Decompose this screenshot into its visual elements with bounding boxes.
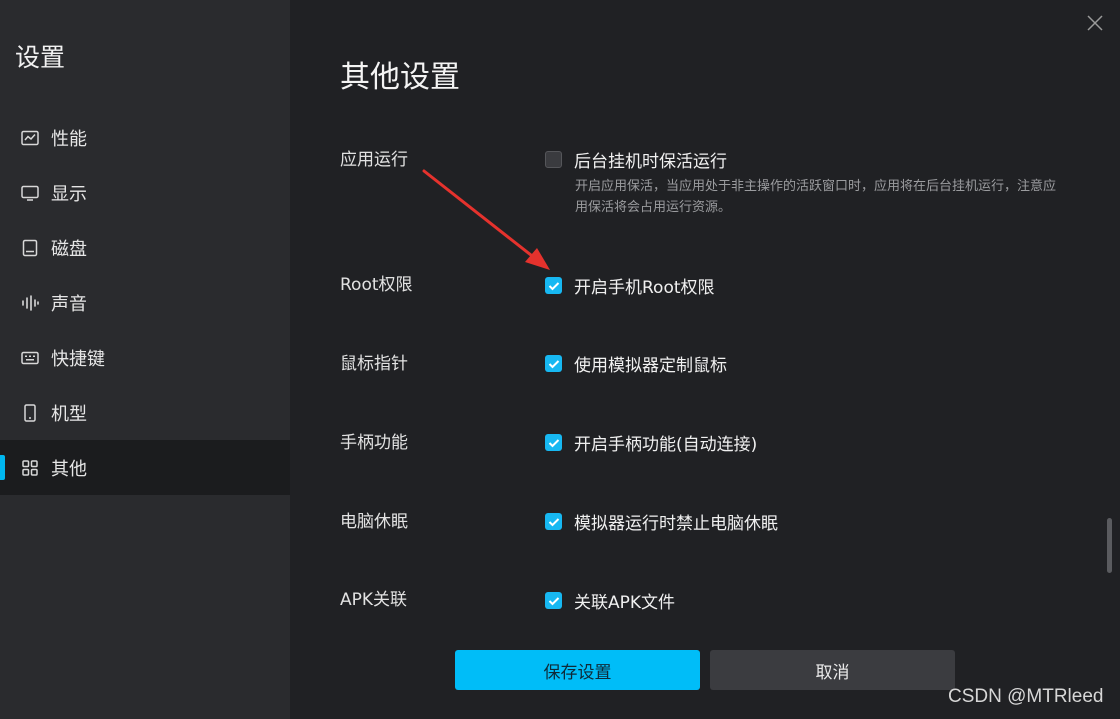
checkmark-icon <box>548 517 559 526</box>
sidebar-item-label: 显示 <box>51 183 87 205</box>
sidebar-item-label: 性能 <box>51 128 87 150</box>
sidebar-item-disk[interactable]: 磁盘 <box>0 220 290 275</box>
cancel-button[interactable]: 取消 <box>710 650 955 690</box>
sidebar-item-other[interactable]: 其他 <box>0 440 290 495</box>
sound-wave-icon <box>20 293 40 313</box>
page-title: 其他设置 <box>340 60 460 95</box>
keep-alive-description: 开启应用保活，当应用处于非主操作的活跃窗口时，应用将在后台挂机运行，注意应用保活… <box>575 179 1057 215</box>
close-icon <box>1087 15 1103 35</box>
sidebar-item-display[interactable]: 显示 <box>0 165 290 220</box>
sidebar: 设置 性能 显示 磁盘 声音 快捷键 机型 其他 <box>0 0 290 719</box>
option-label: 使用模拟器定制鼠标 <box>574 356 727 376</box>
checkmark-icon <box>548 596 559 605</box>
option-label: 模拟器运行时禁止电脑休眠 <box>574 514 778 534</box>
section-label-gamepad: 手柄功能 <box>340 433 408 453</box>
keep-alive-checkbox[interactable] <box>545 151 562 168</box>
apk-association-checkbox[interactable] <box>545 592 562 609</box>
prevent-sleep-checkbox[interactable] <box>545 513 562 530</box>
sidebar-item-shortcuts[interactable]: 快捷键 <box>0 330 290 385</box>
section-label-pc-sleep: 电脑休眠 <box>340 512 408 532</box>
option-label: 开启手柄功能(自动连接) <box>574 435 758 455</box>
disk-icon <box>20 238 40 258</box>
sidebar-item-label: 磁盘 <box>51 238 87 260</box>
save-button[interactable]: 保存设置 <box>455 650 700 690</box>
sidebar-item-label: 快捷键 <box>51 348 105 370</box>
gamepad-option[interactable]: 开启手柄功能(自动连接) <box>545 430 757 455</box>
sidebar-item-label: 声音 <box>51 293 87 315</box>
chart-icon <box>20 128 40 148</box>
monitor-icon <box>20 183 40 203</box>
watermark: CSDN @MTRleed <box>948 686 1104 707</box>
custom-mouse-checkbox[interactable] <box>545 355 562 372</box>
root-checkbox[interactable] <box>545 277 562 294</box>
custom-mouse-option[interactable]: 使用模拟器定制鼠标 <box>545 351 727 376</box>
keyboard-icon <box>20 348 40 368</box>
checkmark-icon <box>548 359 559 368</box>
scrollbar-thumb[interactable] <box>1107 518 1112 573</box>
sidebar-title: 设置 <box>15 43 66 72</box>
section-label-root: Root权限 <box>340 275 413 295</box>
option-label: 开启手机Root权限 <box>574 278 715 298</box>
section-label-apk: APK关联 <box>340 590 408 610</box>
keep-alive-option[interactable]: 后台挂机时保活运行 <box>545 147 727 172</box>
checkmark-icon <box>548 438 559 447</box>
sidebar-item-label: 机型 <box>51 403 87 425</box>
apk-association-option[interactable]: 关联APK文件 <box>545 588 675 613</box>
option-label: 后台挂机时保活运行 <box>574 152 727 172</box>
close-button[interactable] <box>1080 10 1110 40</box>
option-label: 关联APK文件 <box>574 593 676 613</box>
sidebar-item-performance[interactable]: 性能 <box>0 110 290 165</box>
sidebar-item-sound[interactable]: 声音 <box>0 275 290 330</box>
grid-icon <box>20 458 40 478</box>
phone-icon <box>20 403 40 423</box>
prevent-sleep-option[interactable]: 模拟器运行时禁止电脑休眠 <box>545 509 778 534</box>
checkmark-icon <box>548 281 559 290</box>
sidebar-item-device-model[interactable]: 机型 <box>0 385 290 440</box>
section-label-mouse: 鼠标指针 <box>340 354 408 374</box>
gamepad-checkbox[interactable] <box>545 434 562 451</box>
sidebar-item-label: 其他 <box>51 458 87 480</box>
root-option[interactable]: 开启手机Root权限 <box>545 273 715 298</box>
section-label-app-running: 应用运行 <box>340 150 408 170</box>
